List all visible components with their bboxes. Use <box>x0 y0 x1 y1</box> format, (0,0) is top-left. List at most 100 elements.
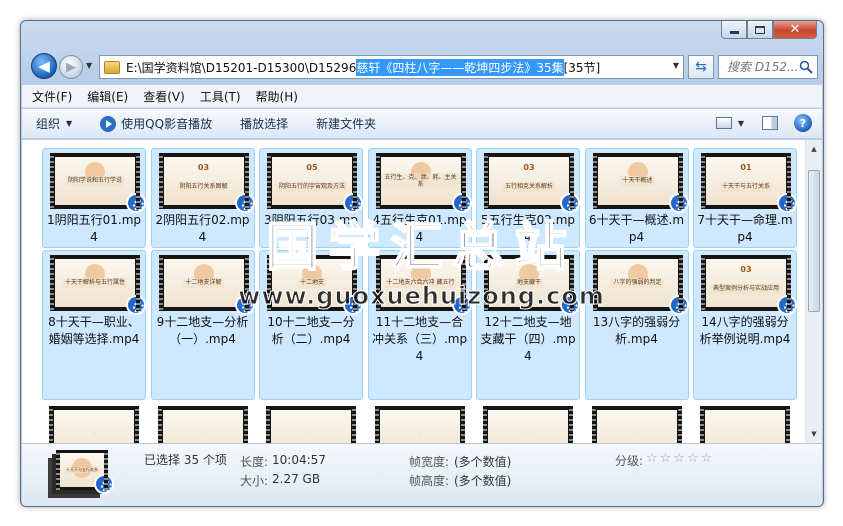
qq-player-badge-icon <box>777 193 797 213</box>
maximize-icon <box>755 25 765 34</box>
video-thumbnail: 五行生、克、泄、耗、主关系 <box>375 153 472 213</box>
slide-title: 十天干概述 <box>620 176 655 186</box>
search-icon[interactable] <box>799 60 813 74</box>
menu-tools[interactable]: 工具(T) <box>200 88 241 105</box>
slide-title: 十天干解析与五行属性 <box>62 278 127 288</box>
file-name: 5五行生克02.mp4 <box>480 213 576 244</box>
menu-help[interactable]: 帮助(H) <box>256 88 298 105</box>
qq-player-badge-icon <box>777 295 797 315</box>
file-name: 6十天干—概述.mp4 <box>588 213 685 244</box>
preview-slide-title: 十天干与五行关系 <box>64 466 100 474</box>
file-item[interactable]: 五行生、克、泄、耗、主关系 4五行生克01.mp4 <box>367 148 472 248</box>
file-item[interactable] <box>259 402 363 443</box>
file-item[interactable]: 阴阳学说和五行学说 1阴阳五行01.mp4 <box>42 148 146 248</box>
file-item[interactable] <box>476 402 580 443</box>
file-item[interactable]: 03 五行相克关系解析 5五行生克02.mp4 <box>476 148 580 248</box>
address-dropdown-icon[interactable]: ▼ <box>673 61 679 70</box>
file-item[interactable]: 十天干概述 6十天干—概述.mp4 <box>584 148 689 248</box>
forward-button[interactable]: ▶ <box>59 55 83 79</box>
refresh-button[interactable]: ⇆ <box>688 55 714 79</box>
video-thumbnail: 十天干解析与五行属性 <box>50 255 146 315</box>
qq-player-badge-icon <box>668 295 689 315</box>
maximize-button[interactable] <box>747 21 773 39</box>
slide-title: 十二地支详解 <box>183 278 224 288</box>
frame-height-value: (多个数值) <box>454 474 512 488</box>
file-item[interactable]: 八字的强弱的判定 13八字的强弱分析.mp4 <box>584 250 689 400</box>
file-name: 3阴阳五行03.mp4 <box>263 213 359 244</box>
vertical-scrollbar[interactable]: ▲ ▼ <box>805 140 822 443</box>
video-thumbnail <box>374 406 465 443</box>
minimize-button[interactable] <box>721 21 747 39</box>
close-button[interactable]: ✕ <box>773 21 817 39</box>
file-item[interactable] <box>585 402 689 443</box>
file-name: 2阴阳五行02.mp4 <box>155 213 250 244</box>
thumbnail-slide: 八字的强弱的判定 <box>597 259 678 307</box>
file-item[interactable] <box>693 402 797 443</box>
slide-number: 03 <box>197 163 210 172</box>
thumbnail-slide <box>54 410 134 443</box>
scroll-up-icon[interactable]: ▲ <box>807 141 821 157</box>
file-item[interactable]: 十二地支六合六冲 藏五行 11十二地支—合冲关系（三）.mp4 <box>367 250 472 400</box>
search-input[interactable] <box>725 59 801 75</box>
play-selection-button[interactable]: 播放选择 <box>240 115 288 132</box>
view-options-dropdown[interactable]: ▼ <box>738 119 744 128</box>
qq-play-label: 使用QQ影音播放 <box>121 117 213 131</box>
menu-view[interactable]: 查看(V) <box>143 88 185 105</box>
thumbnail-slide: 十二地支 <box>272 259 352 307</box>
scroll-down-icon[interactable]: ▼ <box>807 426 821 442</box>
qq-player-badge-icon <box>451 295 472 315</box>
qq-player-badge-icon <box>343 193 363 213</box>
slide-title <box>634 433 639 435</box>
change-view-icon[interactable] <box>715 117 732 129</box>
qq-player-badge-icon <box>126 295 146 315</box>
video-thumbnail: 十二地支 <box>267 255 363 315</box>
menu-edit[interactable]: 编辑(E) <box>87 88 128 105</box>
preview-pane-icon[interactable] <box>762 116 778 130</box>
file-name: 14八字的强弱分析举例说明.mp4 <box>699 315 791 346</box>
video-thumbnail: 十二地支六合六冲 藏五行 <box>375 255 472 315</box>
rating-stars[interactable]: ☆☆☆☆☆ <box>646 451 714 466</box>
file-name: 1阴阳五行01.mp4 <box>46 213 142 244</box>
details-pane: 十天干与五行关系 已选择 35 个项 长度: 10:04:57 大小: 2.27… <box>22 443 822 506</box>
length-label: 长度: <box>240 455 269 469</box>
file-item[interactable]: 地支藏干 12十二地支—地支藏干（四）.mp4 <box>476 250 580 400</box>
menu-file[interactable]: 文件(F) <box>32 88 72 105</box>
organize-button[interactable]: 组织 ▼ <box>36 115 72 132</box>
new-folder-button[interactable]: 新建文件夹 <box>316 115 376 132</box>
back-button[interactable]: ◀ <box>31 53 57 79</box>
file-item[interactable] <box>42 402 146 443</box>
thumbnail-slide <box>162 410 243 443</box>
frame-width-label: 帧宽度: <box>409 455 450 469</box>
file-name: 10十二地支—分析（二）.mp4 <box>267 315 355 346</box>
file-item[interactable]: 十二地支 10十二地支—分析（二）.mp4 <box>259 250 363 400</box>
size-value: 2.27 GB <box>272 472 321 486</box>
qq-play-button[interactable]: 使用QQ影音播放 <box>100 115 212 132</box>
file-item[interactable]: 十天干解析与五行属性 8十天干—职业、婚姻等选择.mp4 <box>42 250 146 400</box>
file-list: 阴阳学说和五行学说 1阴阳五行01.mp4 03 阴阳五行关系图解 2阴阳五行02.mp… <box>22 140 822 443</box>
size-label: 大小: <box>240 474 269 488</box>
file-item[interactable]: 03 典型案例分析与实战应用 14八字的强弱分析举例说明.mp4 <box>693 250 797 400</box>
file-item[interactable]: 03 阴阳五行关系图解 2阴阳五行02.mp4 <box>150 148 255 248</box>
file-item[interactable] <box>151 402 255 443</box>
toolbar-right: ▼ ? <box>715 114 812 132</box>
file-item[interactable]: 十二地支详解 9十二地支—分析（一）.mp4 <box>150 250 255 400</box>
qq-player-badge-icon <box>560 193 580 213</box>
rating-label: 分级: <box>615 454 644 468</box>
file-item[interactable] <box>368 402 472 443</box>
qq-player-badge-icon <box>560 295 580 315</box>
video-thumbnail: 十天干概述 <box>592 153 689 213</box>
recent-pages-dropdown[interactable]: ▼ <box>86 61 92 70</box>
command-bar: 组织 ▼ 使用QQ影音播放 播放选择 新建文件夹 ▼ ? <box>22 109 822 139</box>
frame-width-value: (多个数值) <box>454 455 512 469</box>
scrollbar-thumb[interactable] <box>808 170 820 312</box>
frame-height-label: 帧高度: <box>409 474 450 488</box>
thumbnail-slide: 01 十天干与五行关系 <box>706 157 786 205</box>
help-icon[interactable]: ? <box>794 114 812 132</box>
video-thumbnail: 03 典型案例分析与实战应用 <box>701 255 797 315</box>
file-item[interactable]: 01 十天干与五行关系 7十天干—命理.mp4 <box>693 148 797 248</box>
search-box[interactable] <box>718 55 818 79</box>
address-bar[interactable]: E:\国学资料馆\D15201-D15300\D15296 慈轩《四柱八字——乾… <box>99 55 684 79</box>
file-item[interactable]: 05 阴阳五行的宇宙观及方法 3阴阳五行03.mp4 <box>259 148 363 248</box>
slide-number: 05 <box>306 163 318 172</box>
thumbnail-slide <box>271 410 351 443</box>
